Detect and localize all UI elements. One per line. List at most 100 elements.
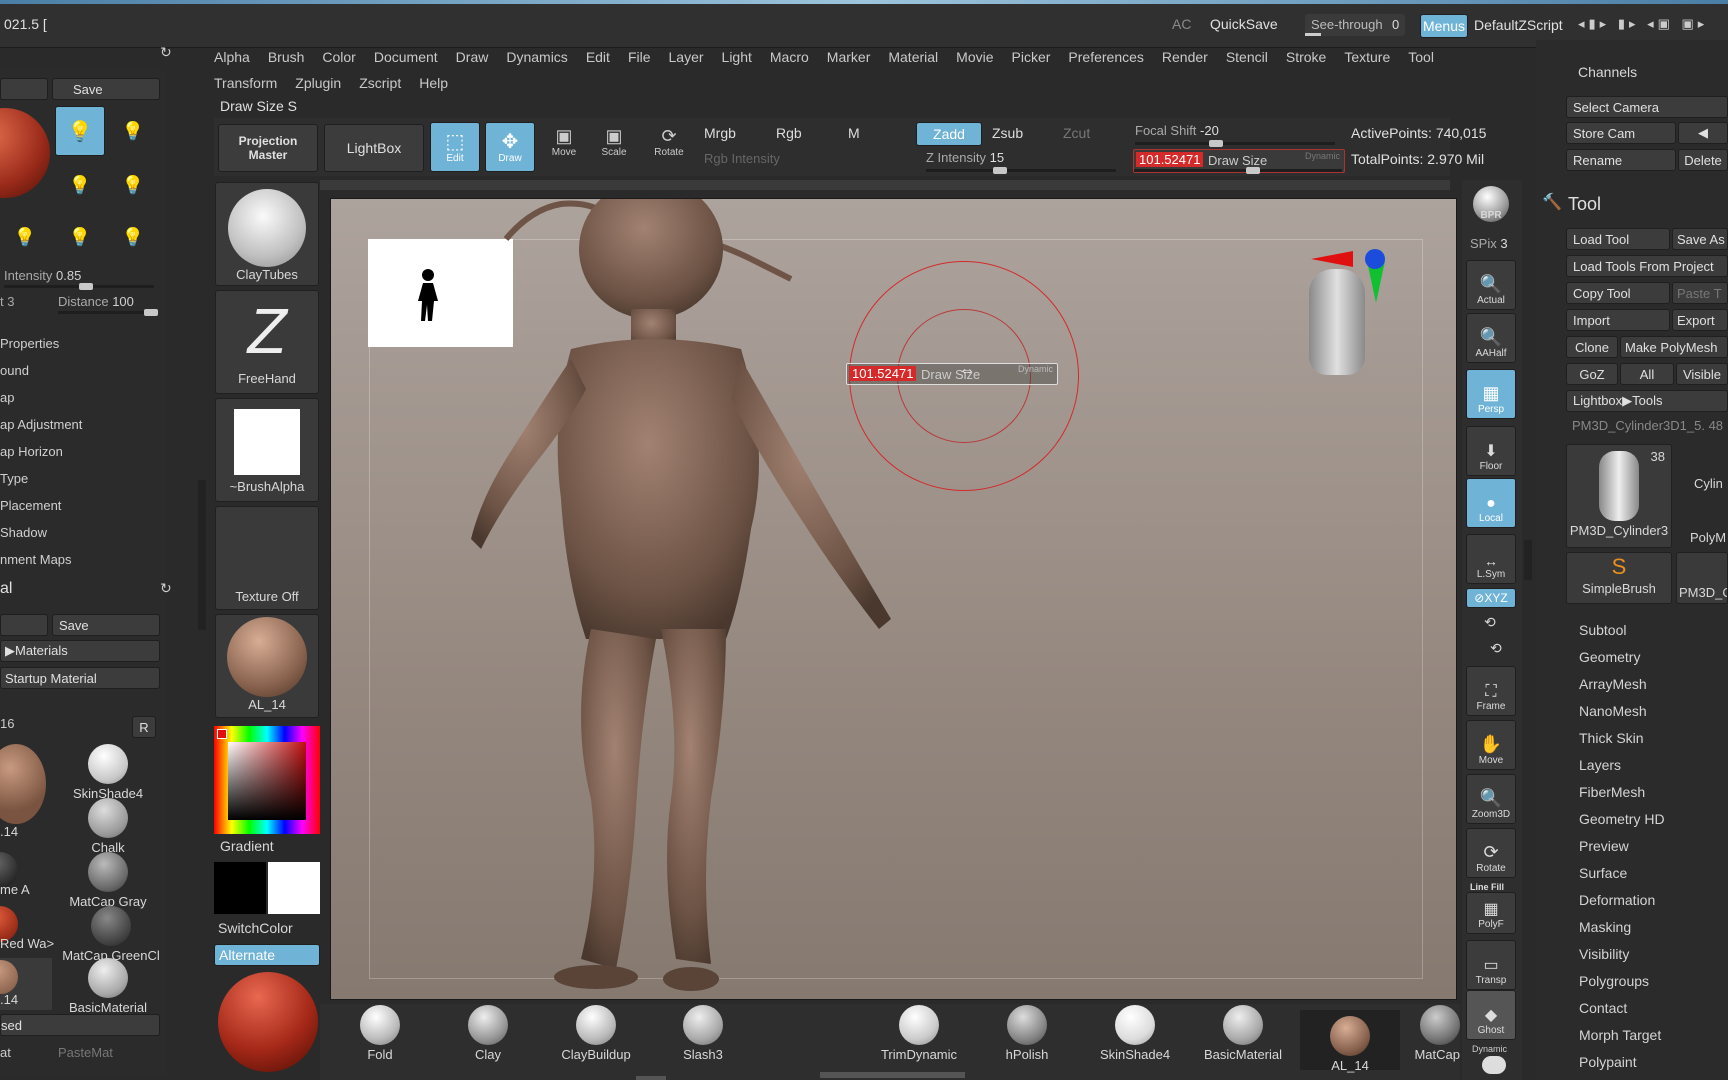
paste-tool-button[interactable]: Paste T xyxy=(1672,282,1728,304)
light-bulb-icon[interactable]: 💡 xyxy=(108,212,158,262)
subpalette-polygroups[interactable]: Polygroups xyxy=(1579,968,1727,995)
light-subpalette-item[interactable]: Shadow xyxy=(0,523,160,550)
subpalette-surface[interactable]: Surface xyxy=(1579,860,1727,887)
rgb-button[interactable]: Rgb xyxy=(776,125,802,141)
canvas-viewport[interactable]: 101.52471 Draw Size Dynamic ⇔ xyxy=(330,198,1457,1000)
material-current[interactable]: .14 xyxy=(0,744,52,839)
light-bulb-icon[interactable]: 💡 xyxy=(55,160,105,210)
menu-light[interactable]: Light xyxy=(713,44,761,70)
material-item-red-wax[interactable]: Red Wa> xyxy=(0,906,56,954)
menu-marker[interactable]: Marker xyxy=(818,44,880,70)
subpalette-subtool[interactable]: Subtool xyxy=(1579,617,1727,644)
color-saturation-square[interactable] xyxy=(228,742,306,820)
load-tools-from-project-button[interactable]: Load Tools From Project xyxy=(1566,255,1728,277)
light-subpalette-item[interactable]: ap Horizon xyxy=(0,442,160,469)
menu-stencil[interactable]: Stencil xyxy=(1217,44,1277,70)
aahalf-button[interactable]: 🔍 AAHalf xyxy=(1466,313,1516,363)
material-item-chalk[interactable]: Chalk xyxy=(56,798,160,855)
see-through-slider[interactable]: See-through 0 xyxy=(1305,14,1405,36)
export-button[interactable]: Export xyxy=(1672,309,1728,331)
shelf-brush-fold[interactable]: Fold xyxy=(330,1005,430,1062)
menu-texture[interactable]: Texture xyxy=(1335,44,1399,70)
refresh-icon[interactable]: ↻ xyxy=(160,580,172,597)
brush-selector[interactable]: ClayTubes xyxy=(215,182,319,286)
subpalette-masking[interactable]: Masking xyxy=(1579,914,1727,941)
material-item-basicmaterial[interactable]: BasicMaterial xyxy=(56,958,160,1015)
shelf-material-matcap[interactable]: MatCap xyxy=(1380,1005,1460,1062)
refresh-icon[interactable]: ↻ xyxy=(160,44,172,61)
menu-file[interactable]: File xyxy=(619,44,660,70)
light-save-button[interactable]: Save xyxy=(52,78,160,100)
store-cam-button[interactable]: Store Cam xyxy=(1566,122,1676,144)
save-as-button[interactable]: Save As xyxy=(1672,228,1728,250)
lsym-button[interactable]: ↔ L.Sym xyxy=(1466,534,1516,584)
rgb-intensity-slider[interactable]: Rgb Intensity xyxy=(704,151,914,171)
menu-tool[interactable]: Tool xyxy=(1399,44,1443,70)
shelf-brush-clay[interactable]: Clay xyxy=(438,1005,538,1062)
persp-button[interactable]: ▦ Persp xyxy=(1466,369,1516,419)
menu-preferences[interactable]: Preferences xyxy=(1059,44,1152,70)
material-palette-title[interactable]: al xyxy=(0,580,12,598)
edit-mode-button[interactable]: ⬚ Edit xyxy=(430,122,480,172)
actual-button[interactable]: 🔍 Actual xyxy=(1466,260,1516,310)
default-zscript-button[interactable]: DefaultZScript xyxy=(1474,17,1563,33)
light-subpalette-item[interactable]: Type xyxy=(0,469,160,496)
bpr-button[interactable]: BPR xyxy=(1466,186,1516,236)
subpalette-polypaint[interactable]: Polypaint xyxy=(1579,1049,1727,1076)
menu-render[interactable]: Render xyxy=(1153,44,1217,70)
quicksave-button[interactable]: QuickSave xyxy=(1210,16,1278,32)
material-item-flat[interactable]: me A xyxy=(0,852,52,900)
shelf-brush-slash3[interactable]: Slash3 xyxy=(653,1005,753,1062)
spix-slider[interactable]: SPix 3 xyxy=(1470,236,1516,256)
subpalette-preview[interactable]: Preview xyxy=(1579,833,1727,860)
projection-master-button[interactable]: Projection Master xyxy=(218,124,318,172)
channels-label[interactable]: Channels xyxy=(1578,64,1637,80)
menu-layer[interactable]: Layer xyxy=(660,44,713,70)
tool-thumbnail-pm3d[interactable]: PM3D_C xyxy=(1676,552,1728,604)
goz-button[interactable]: GoZ xyxy=(1566,363,1618,385)
stroke-selector[interactable]: Z FreeHand xyxy=(215,290,319,394)
light-count-slider[interactable]: t 3 xyxy=(0,294,60,314)
main-color-swatch[interactable] xyxy=(268,862,320,914)
scale-mode-button[interactable]: ▣ Scale xyxy=(590,126,638,172)
menu-document[interactable]: Document xyxy=(365,44,447,70)
menu-movie[interactable]: Movie xyxy=(947,44,1002,70)
copy-tool-button[interactable]: Copy Tool xyxy=(1566,282,1670,304)
draw-size-slider[interactable]: 101.52471 Draw Size Dynamic xyxy=(1133,149,1345,174)
material-item-matcap-greenclay[interactable]: MatCap GreenCl xyxy=(56,906,166,963)
rotate-view-button[interactable]: ⟳ Rotate xyxy=(1466,828,1516,878)
shelf-brush-trimdynamic[interactable]: TrimDynamic xyxy=(869,1005,969,1062)
light-subpalette-item[interactable]: ound xyxy=(0,361,160,388)
goz-all-button[interactable]: All xyxy=(1620,363,1674,385)
light-bulb-icon[interactable]: 💡 xyxy=(55,106,105,156)
focal-shift-slider[interactable]: Focal Shift -20 xyxy=(1135,123,1343,147)
material-load-button[interactable] xyxy=(0,614,48,636)
bottom-tray-toggle[interactable] xyxy=(820,1072,965,1078)
subpalette-visibility[interactable]: Visibility xyxy=(1579,941,1727,968)
light-subpalette-item[interactable]: Properties xyxy=(0,334,160,361)
menus-toggle[interactable]: Menus xyxy=(1420,14,1468,38)
current-tool-slider[interactable]: PM3D_Cylinder3D1_5. 48 xyxy=(1572,418,1728,433)
clone-button[interactable]: Clone xyxy=(1566,336,1618,358)
cam-previous-icon[interactable]: ◀ xyxy=(1678,122,1728,144)
menu-draw[interactable]: Draw xyxy=(447,44,498,70)
menu-edit[interactable]: Edit xyxy=(577,44,619,70)
right-tray-splitter[interactable] xyxy=(1524,540,1532,580)
z-intensity-slider[interactable]: Z Intensity 15 xyxy=(926,150,1126,174)
load-tool-button[interactable]: Load Tool xyxy=(1566,228,1670,250)
material-r-button[interactable]: R xyxy=(132,716,156,738)
floor-button[interactable]: ⬇ Floor xyxy=(1466,426,1516,476)
rotate-mode-button[interactable]: ⟳ Rotate xyxy=(645,126,693,172)
light-intensity-slider[interactable]: Intensity 0.85 xyxy=(4,268,160,290)
rotate-z-icon[interactable]: ⟲ xyxy=(1490,640,1502,657)
tool-thumbnail-polymesh[interactable]: PolyM xyxy=(1676,498,1728,548)
material-save-button[interactable]: Save xyxy=(52,614,160,636)
local-button[interactable]: ● Local xyxy=(1466,478,1516,528)
lightbox-button[interactable]: LightBox xyxy=(324,124,424,172)
menu-stroke[interactable]: Stroke xyxy=(1277,44,1335,70)
tool-thumbnail-current[interactable]: 38 PM3D_Cylinder3 xyxy=(1566,444,1672,548)
tool-thumbnail-cylinder[interactable]: Cylin xyxy=(1676,444,1728,496)
light-subpalette-item[interactable]: ap xyxy=(0,388,160,415)
head-navigation-icon[interactable] xyxy=(1309,269,1365,375)
zcut-button[interactable]: Zcut xyxy=(1063,125,1090,141)
